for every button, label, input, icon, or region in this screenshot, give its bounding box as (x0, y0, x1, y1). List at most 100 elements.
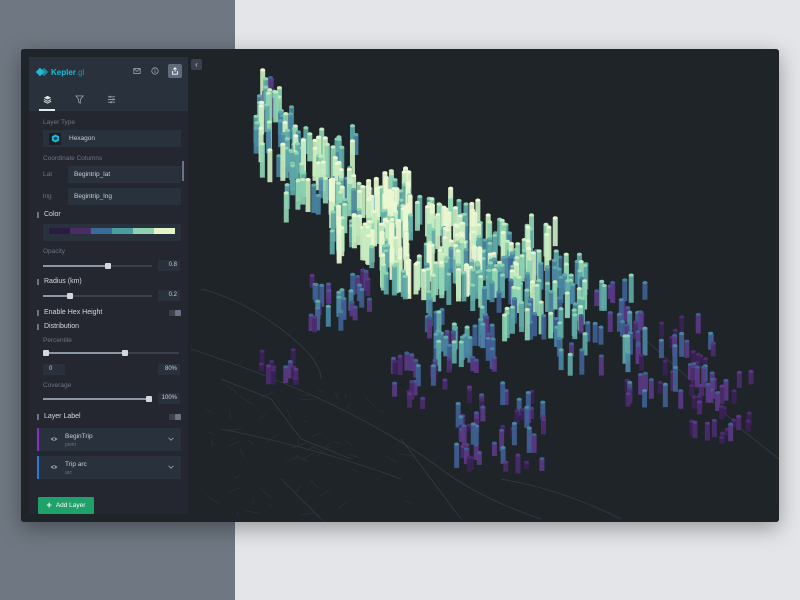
tab-settings[interactable] (103, 87, 119, 111)
percentile-max-handle[interactable] (122, 350, 129, 356)
coverage-slider-handle[interactable] (146, 396, 152, 402)
lng-column-value: Begintrip_lng (74, 193, 112, 200)
opacity-slider[interactable] (43, 263, 152, 269)
hexagon-column (351, 213, 357, 249)
opacity-slider-handle[interactable] (105, 263, 112, 269)
side-panel: Kepler .gl Layer Type Hexagon Coordinate… (29, 57, 188, 514)
hexagon-column (639, 353, 645, 371)
opacity-value[interactable]: 0.8 (158, 260, 180, 271)
app-window: Kepler .gl Layer Type Hexagon Coordinate… (21, 49, 779, 522)
hexagon-column (472, 324, 478, 346)
hexagon-column (325, 304, 331, 327)
color-section-title: Color (37, 211, 61, 218)
hexagon-column (570, 282, 576, 305)
hexagon-column (648, 378, 654, 399)
percentile-range-slider[interactable] (43, 350, 179, 356)
tab-layers[interactable] (39, 87, 55, 111)
hexagon-column (558, 348, 564, 371)
eye-icon[interactable] (50, 436, 58, 442)
color-palette-swatches (49, 228, 175, 234)
hexagon-column (258, 362, 264, 372)
info-icon[interactable] (150, 66, 160, 76)
layer-label-title-text: Layer Label (44, 413, 81, 420)
panel-scrollbar[interactable] (182, 161, 184, 181)
hexagon-column (338, 310, 344, 331)
percentile-label: Percentile (43, 337, 72, 344)
eye-icon[interactable] (50, 464, 58, 470)
hexagon-column (523, 460, 529, 470)
hexagon-column (352, 305, 358, 321)
header-actions (132, 64, 182, 78)
color-swatch (91, 228, 112, 234)
hexagon-column (383, 271, 389, 295)
mail-icon[interactable] (132, 66, 142, 76)
hexagon-column (622, 278, 628, 302)
hexagon-column (270, 368, 276, 385)
hexagon-column (659, 321, 665, 338)
share-icon[interactable] (168, 64, 182, 78)
hexagon-column (366, 297, 372, 312)
hexagon-column (662, 359, 668, 376)
percentile-max-value[interactable]: 80% (158, 364, 180, 375)
hexagon-column (461, 270, 467, 302)
radius-slider-handle[interactable] (67, 293, 74, 299)
color-title-text: Color (44, 211, 61, 218)
lat-column-select[interactable]: Begintrip_lat (68, 166, 181, 183)
hexagon-column (267, 148, 273, 183)
hexagon-column (397, 354, 403, 375)
hexagon-column (592, 321, 598, 343)
hexagon-column (524, 405, 530, 428)
hexagon-column (502, 313, 508, 342)
hexagon-column (365, 277, 371, 297)
hexagon-column (567, 352, 573, 376)
coverage-value[interactable]: 100% (158, 393, 180, 404)
layer-item-begintrip[interactable]: BeginTrip point (37, 428, 181, 451)
hexagon-column (736, 370, 742, 388)
radius-value[interactable]: 0.2 (158, 290, 180, 301)
hexagon-column (470, 422, 476, 445)
hexagon-column (662, 382, 668, 408)
lng-label: lng (43, 193, 52, 200)
hexagon-column (273, 90, 279, 123)
tab-filters[interactable] (71, 87, 87, 111)
layer-label-toggle[interactable] (169, 414, 181, 420)
hexagon-column (607, 311, 613, 332)
hexagon-column (491, 441, 497, 457)
collapse-panel-button[interactable]: ‹ (191, 59, 202, 70)
percentile-min-value[interactable]: 0 (43, 364, 65, 375)
hexagon-column (719, 405, 725, 420)
coverage-slider[interactable] (43, 396, 152, 402)
distribution-title-text: Distribution (44, 323, 80, 330)
hexagon-column (678, 389, 684, 409)
hexagon-column (564, 291, 570, 319)
hexagon-column (509, 305, 515, 334)
add-layer-label: Add Layer (55, 502, 86, 509)
coverage-label: Coverage (43, 382, 72, 389)
chevron-down-icon[interactable] (167, 463, 175, 471)
add-layer-button[interactable]: + Add Layer (38, 497, 94, 514)
hexagon-column (728, 422, 734, 442)
color-palette-selector[interactable] (43, 224, 181, 241)
layer-type-select[interactable]: Hexagon (43, 130, 181, 147)
hexagon-column (473, 358, 479, 373)
hexagon-column (476, 451, 482, 465)
hexagon-column (307, 132, 313, 162)
hexagon-column (259, 142, 265, 178)
hexagon-column (552, 216, 558, 247)
chevron-down-icon[interactable] (167, 435, 175, 443)
layer-type-value: Hexagon (69, 135, 96, 142)
percentile-min-handle[interactable] (43, 350, 49, 356)
hexagon-column (496, 290, 502, 313)
hexagon-column (601, 284, 607, 311)
hexagon-column (489, 280, 495, 303)
hexagon-column (391, 264, 397, 296)
hexagon-column (719, 384, 725, 405)
chevron-left-icon: ‹ (195, 60, 198, 69)
layer-item-trip-arc[interactable]: Trip arc arc (37, 456, 181, 479)
radius-slider[interactable] (43, 293, 152, 299)
hex-height-toggle[interactable] (169, 310, 181, 316)
hexagon-column (295, 179, 301, 210)
lng-column-select[interactable]: Begintrip_lng (68, 188, 181, 205)
hexagon-column (439, 264, 445, 299)
hexagon-column (292, 376, 298, 385)
